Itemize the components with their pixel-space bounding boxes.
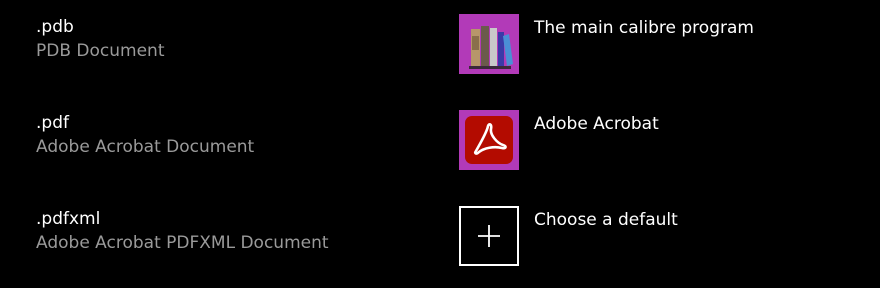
extension-name: .pdfxml xyxy=(36,209,101,229)
extension-description: PDB Document xyxy=(36,41,165,61)
adobe-acrobat-icon xyxy=(459,110,519,170)
association-row-pdfxml: .pdfxml Adobe Acrobat PDFXML Document Ch… xyxy=(0,192,880,288)
extension-name: .pdf xyxy=(36,113,69,133)
association-row-pdf: .pdf Adobe Acrobat Document Adobe Acroba… xyxy=(0,96,880,192)
default-app-label: Choose a default xyxy=(534,210,678,230)
extension-info: .pdb PDB Document xyxy=(36,15,436,63)
extension-description: Adobe Acrobat PDFXML Document xyxy=(36,233,329,253)
default-app-label: The main calibre program xyxy=(534,18,754,38)
calibre-books-icon xyxy=(459,14,519,74)
choose-default-button[interactable]: Choose a default xyxy=(459,206,879,268)
extension-description: Adobe Acrobat Document xyxy=(36,137,255,157)
extension-info: .pdfxml Adobe Acrobat PDFXML Document xyxy=(36,207,436,255)
association-row-pdb: .pdb PDB Document The main calibre progr… xyxy=(0,0,880,96)
default-app-label: Adobe Acrobat xyxy=(534,114,659,134)
extension-name: .pdb xyxy=(36,17,74,37)
extension-info: .pdf Adobe Acrobat Document xyxy=(36,111,436,159)
plus-icon xyxy=(459,206,519,266)
default-app-button-pdf[interactable]: Adobe Acrobat xyxy=(459,110,879,172)
default-app-button-pdb[interactable]: The main calibre program xyxy=(459,14,879,76)
